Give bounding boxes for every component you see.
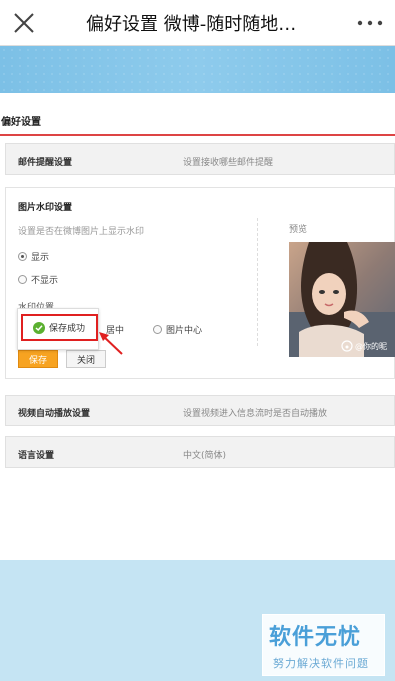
logo-sub-text: 努力解决软件问题	[273, 657, 369, 670]
video-autoplay-desc: 设置视频进入信息流时是否自动播放	[183, 409, 328, 419]
language-row[interactable]: 语言设置 中文(简体)	[5, 436, 395, 468]
watermark-desc: 设置是否在微博图片上显示水印	[18, 227, 145, 237]
more-button[interactable]	[345, 0, 395, 46]
preview-image: @你的昵	[289, 242, 395, 357]
logo-main-text: 软件无忧	[269, 625, 362, 650]
toast-highlight: 保存成功	[21, 314, 98, 341]
site-logo: 软件无忧 努力解决软件问题	[262, 614, 385, 676]
radio-show[interactable]: 显示	[18, 250, 49, 263]
close-icon	[14, 12, 34, 33]
watermark-settings: 图片水印设置 设置是否在微博图片上显示水印 显示 不显示 水印位置 居中 图片中…	[5, 187, 395, 379]
top-bar: 偏好设置 微博-随时随地…	[0, 0, 395, 46]
video-autoplay-label: 视频自动播放设置	[18, 409, 91, 419]
close-button[interactable]	[0, 0, 48, 46]
more-dots-icon	[357, 20, 383, 25]
video-autoplay-row[interactable]: 视频自动播放设置 设置视频进入信息流时是否自动播放	[5, 395, 395, 426]
radio-image-center[interactable]: 图片中心	[153, 323, 202, 336]
radio-unchecked-icon	[153, 325, 162, 334]
vertical-divider	[257, 218, 258, 346]
radio-hide[interactable]: 不显示	[18, 273, 58, 286]
radio-unchecked-icon	[18, 275, 27, 284]
preview-label: 预览	[289, 225, 308, 235]
watermark-title: 图片水印设置	[18, 203, 73, 213]
radio-hide-label: 不显示	[31, 276, 59, 286]
header-banner	[0, 46, 395, 93]
language-label: 语言设置	[18, 451, 55, 461]
email-reminder-row[interactable]: 邮件提醒设置 设置接收哪些邮件提醒	[5, 143, 395, 175]
check-icon	[33, 321, 45, 334]
section-divider	[0, 134, 395, 136]
email-reminder-label: 邮件提醒设置	[18, 158, 73, 168]
radio-checked-icon	[18, 252, 27, 261]
toast-text: 保存成功	[49, 324, 86, 334]
save-button[interactable]: 保存	[18, 350, 58, 368]
preview-photo: @你的昵	[289, 242, 395, 357]
page-title: 偏好设置 微博-随时随地…	[86, 13, 297, 35]
email-reminder-desc: 设置接收哪些邮件提醒	[183, 158, 274, 168]
radio-image-center-label: 图片中心	[166, 326, 203, 336]
preview-watermark-text: @你的昵	[355, 341, 387, 351]
radio-show-label: 显示	[31, 253, 50, 263]
section-title: 偏好设置	[1, 117, 41, 128]
annotation-arrow	[99, 332, 123, 355]
language-value: 中文(简体)	[183, 451, 227, 461]
